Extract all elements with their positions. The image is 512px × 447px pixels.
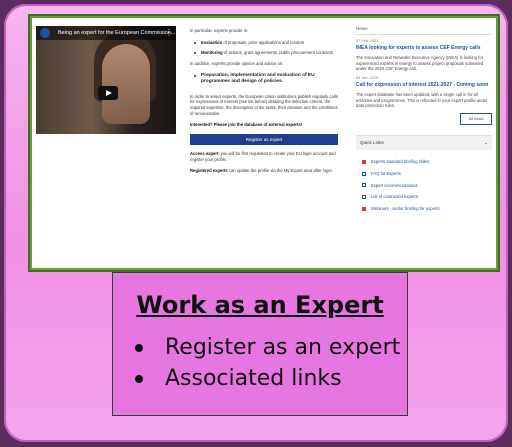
external-link-icon xyxy=(362,171,366,176)
quick-links-header[interactable]: Quick Links ⌄ xyxy=(356,134,492,151)
external-link-icon xyxy=(362,183,366,188)
intro-text: In particular, experts provide in: xyxy=(190,28,249,33)
register-button[interactable]: Register as expert xyxy=(190,133,338,145)
bullet-dot xyxy=(135,374,143,383)
slide-heading: Work as an Expert xyxy=(136,291,384,319)
quick-link-item[interactable]: Webinars - sector briefing for experts xyxy=(362,206,486,212)
quick-link-item[interactable]: Experts standard briefing slides xyxy=(362,159,486,165)
news-title-link[interactable]: INEA looking for experts to assess CEF E… xyxy=(356,45,492,52)
pdf-icon xyxy=(362,206,366,211)
expert-info-column: In particular, experts provide in: Evalu… xyxy=(190,28,338,180)
news-date: 17 Feb. 2021 xyxy=(356,39,379,44)
channel-logo-icon xyxy=(40,28,50,38)
video-title: Being an expert for the European Commiss… xyxy=(36,26,176,40)
bullet-dot xyxy=(194,41,196,44)
bullet-evaluation: Evaluation of proposals, prize applicati… xyxy=(194,40,338,46)
quick-links-list: Experts standard briefing slides FAQ for… xyxy=(356,150,492,220)
bullet-dot xyxy=(135,343,143,352)
access-text: Access expert: you will be first request… xyxy=(190,150,336,162)
slide-bullet: Associated links xyxy=(135,366,400,391)
play-button[interactable] xyxy=(98,86,118,100)
slide-card: Being an expert for the European Commiss… xyxy=(4,4,508,442)
bullet-monitoring: Monitoring of actions, grant agreements,… xyxy=(194,50,338,56)
news-heading: News xyxy=(356,26,492,36)
news-date: 04 Jun. 2020 xyxy=(356,76,378,81)
bullet-dot xyxy=(194,52,196,55)
quick-link-item[interactable]: List of contracted experts xyxy=(362,194,486,200)
interested-text: Interested? Please join the database of … xyxy=(190,122,303,128)
news-desc: The expert database has been updated, wi… xyxy=(356,91,488,109)
slide-bullet-list: Register as an expert Associated links xyxy=(135,335,400,397)
bullet-preparation: Preparation, implementation and evaluati… xyxy=(194,73,338,86)
video-player[interactable]: Being an expert for the European Commiss… xyxy=(36,26,176,134)
quick-links-heading: Quick Links xyxy=(360,139,384,145)
slide-bullet: Register as an expert xyxy=(135,335,400,360)
advice-text: In addition, experts provide opinion and… xyxy=(190,61,284,67)
pdf-icon xyxy=(362,159,366,164)
video-person-face xyxy=(102,44,150,124)
more-options-icon[interactable]: ⋮ xyxy=(165,27,173,39)
quick-link-item[interactable]: FAQ for Experts xyxy=(362,171,486,177)
news-column: News 17 Feb. 2021 INEA looking for exper… xyxy=(356,26,492,221)
all-news-button[interactable]: All news xyxy=(460,112,492,125)
news-title-link[interactable]: Call for expression of interest 2021-202… xyxy=(356,82,492,89)
slide: Being an expert for the European Commiss… xyxy=(0,0,512,447)
external-link-icon xyxy=(362,195,366,199)
registered-text: Registered experts can update the profil… xyxy=(190,168,333,174)
quick-link-item[interactable]: Expert recommendations xyxy=(362,183,486,189)
chevron-down-icon[interactable]: ⌄ xyxy=(484,140,488,146)
news-item: 04 Jun. 2020 Call for expression of inte… xyxy=(356,76,492,109)
website-screenshot: Being an expert for the European Commiss… xyxy=(30,16,498,270)
summary-textbox: Work as an Expert Register as an expert … xyxy=(112,272,408,416)
bullet-dot xyxy=(194,74,196,77)
news-desc: The Innovation and Networks Executive Ag… xyxy=(356,55,484,72)
selection-text: In order to select experts, the European… xyxy=(190,93,338,116)
news-item: 17 Feb. 2021 INEA looking for experts to… xyxy=(356,39,492,72)
